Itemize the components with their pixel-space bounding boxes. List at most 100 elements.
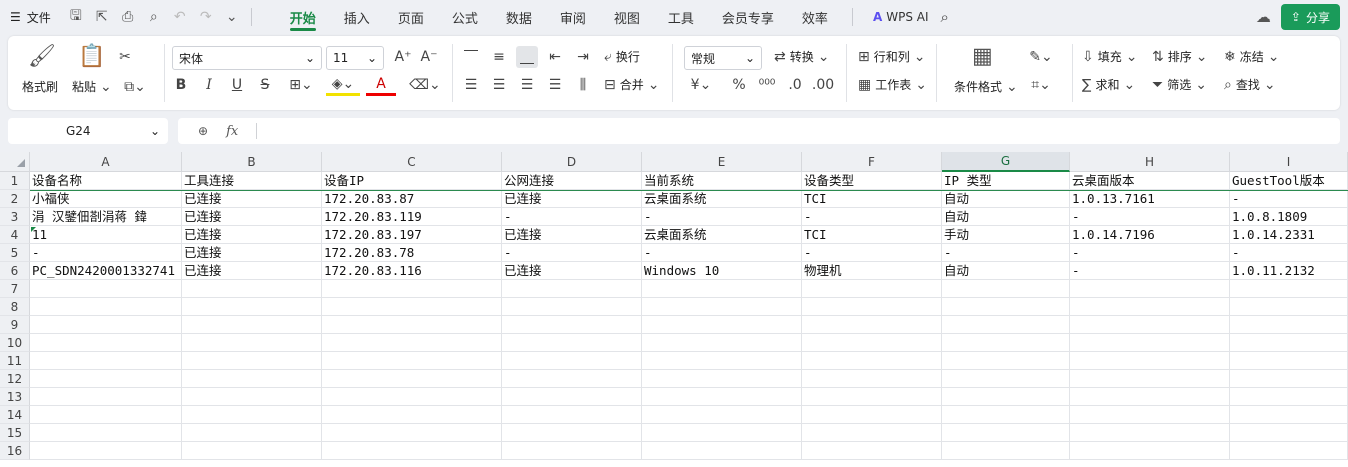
increase-decimal-icon[interactable]: .0 [784, 74, 806, 96]
justify-icon[interactable]: ☰ [544, 74, 566, 96]
tab-home[interactable]: 开始 [276, 0, 330, 34]
tab-insert[interactable]: 插入 [330, 0, 384, 34]
table-cell[interactable] [1230, 298, 1348, 316]
table-cell[interactable]: - [1070, 208, 1230, 226]
tab-formula[interactable]: 公式 [438, 0, 492, 34]
table-cell[interactable] [322, 316, 502, 334]
print-icon[interactable]: ⎙ [119, 8, 137, 26]
row-col-button[interactable]: ⊞ 行和列 ⌄ [858, 48, 925, 65]
table-cell[interactable]: 1.0.8.1809 [1230, 208, 1348, 226]
column-header-g[interactable]: G [942, 152, 1070, 172]
table-cell[interactable] [182, 370, 322, 388]
table-cell[interactable] [642, 388, 802, 406]
table-cell[interactable] [30, 442, 182, 460]
table-cell[interactable] [30, 424, 182, 442]
table-cell[interactable] [642, 424, 802, 442]
table-cell[interactable]: 自动 [942, 262, 1070, 280]
table-cell[interactable] [1070, 424, 1230, 442]
table-cell[interactable] [1070, 388, 1230, 406]
column-header-h[interactable]: H [1070, 152, 1230, 172]
clear-format-icon[interactable]: ⌫⌄ [408, 74, 442, 96]
zoom-icon[interactable]: ⊕ [198, 124, 208, 138]
table-cell[interactable]: 已连接 [182, 190, 322, 208]
name-box[interactable]: G24 ⌄ [8, 118, 168, 144]
table-cell[interactable] [942, 442, 1070, 460]
table-cell[interactable] [1230, 334, 1348, 352]
table-cell[interactable] [322, 280, 502, 298]
fx-button[interactable]: fx [226, 124, 238, 139]
table-cell[interactable] [182, 388, 322, 406]
table-cell[interactable] [1230, 424, 1348, 442]
row-header[interactable]: 10 [0, 334, 30, 352]
table-cell[interactable]: 1.0.13.7161 [1070, 190, 1230, 208]
percent-button[interactable]: % [728, 74, 750, 96]
table-cell[interactable]: 1.0.11.2132 [1230, 262, 1348, 280]
row-header[interactable]: 1 [0, 172, 30, 190]
align-right-icon[interactable]: ☰ [516, 74, 538, 96]
table-cell[interactable] [802, 280, 942, 298]
select-all-corner[interactable] [0, 152, 30, 172]
currency-button[interactable]: ¥ ⌄ [684, 74, 718, 96]
table-cell[interactable] [1230, 352, 1348, 370]
table-cell[interactable]: - [1070, 244, 1230, 262]
table-cell[interactable] [642, 280, 802, 298]
tab-review[interactable]: 审阅 [546, 0, 600, 34]
table-cell[interactable] [502, 406, 642, 424]
table-cell[interactable] [942, 352, 1070, 370]
table-cell[interactable]: 物理机 [802, 262, 942, 280]
row-header[interactable]: 15 [0, 424, 30, 442]
cell-style-icon[interactable]: ✎⌄ [1024, 46, 1058, 68]
table-cell[interactable] [502, 424, 642, 442]
export-icon[interactable]: ⇱ [93, 8, 111, 26]
table-cell[interactable]: - [802, 208, 942, 226]
table-cell[interactable] [1230, 442, 1348, 460]
table-cell[interactable] [642, 406, 802, 424]
table-cell[interactable]: 172.20.83.78 [322, 244, 502, 262]
table-cell[interactable] [1230, 316, 1348, 334]
font-color-button[interactable]: A [366, 74, 396, 96]
cond-format-icon[interactable]: ▦ [972, 44, 993, 69]
sort-button[interactable]: ⇅ 排序 ⌄ [1152, 48, 1207, 65]
row-header[interactable]: 4 [0, 226, 30, 244]
search-icon[interactable]: ⌕ [941, 8, 949, 26]
distribute-icon[interactable]: ⫼ [572, 74, 594, 96]
column-header-d[interactable]: D [502, 152, 642, 172]
table-cell[interactable] [502, 334, 642, 352]
table-cell[interactable]: 已连接 [502, 190, 642, 208]
header-cell[interactable]: 设备名称 [30, 172, 182, 190]
column-header-b[interactable]: B [182, 152, 322, 172]
table-cell[interactable] [30, 316, 182, 334]
freeze-button[interactable]: ❄ 冻结 ⌄ [1224, 48, 1279, 65]
table-cell[interactable] [802, 316, 942, 334]
wps-ai-button[interactable]: A WPS AI [873, 10, 929, 24]
decrease-font-icon[interactable]: A⁻ [418, 46, 440, 68]
align-top-icon[interactable]: ⎺ [460, 46, 482, 68]
table-cell[interactable]: - [802, 244, 942, 262]
tab-member[interactable]: 会员专享 [708, 0, 788, 34]
thousands-icon[interactable]: ⁰⁰⁰ [756, 74, 778, 96]
table-cell[interactable] [1230, 280, 1348, 298]
table-cell[interactable] [30, 406, 182, 424]
table-cell[interactable] [30, 298, 182, 316]
table-cell[interactable] [802, 442, 942, 460]
table-cell[interactable] [1070, 442, 1230, 460]
table-cell[interactable]: 云桌面系统 [642, 190, 802, 208]
table-cell[interactable]: - [642, 244, 802, 262]
filter-button[interactable]: ⏷ 筛选 ⌄ [1152, 76, 1207, 93]
table-cell[interactable] [802, 370, 942, 388]
table-cell[interactable] [942, 280, 1070, 298]
table-cell[interactable] [502, 442, 642, 460]
table-cell[interactable] [502, 298, 642, 316]
table-cell[interactable] [642, 316, 802, 334]
table-cell[interactable] [182, 298, 322, 316]
table-cell[interactable]: - [1230, 190, 1348, 208]
table-cell[interactable] [322, 334, 502, 352]
decrease-decimal-icon[interactable]: .00 [812, 74, 834, 96]
align-bottom-icon[interactable]: ⎽ [516, 46, 538, 68]
print-preview-icon[interactable]: ⌕ [145, 8, 163, 26]
header-cell[interactable]: 云桌面版本 [1070, 172, 1230, 190]
table-cell[interactable] [322, 388, 502, 406]
table-cell[interactable]: 手动 [942, 226, 1070, 244]
table-cell[interactable]: 小福侠 [30, 190, 182, 208]
table-cell[interactable] [502, 316, 642, 334]
